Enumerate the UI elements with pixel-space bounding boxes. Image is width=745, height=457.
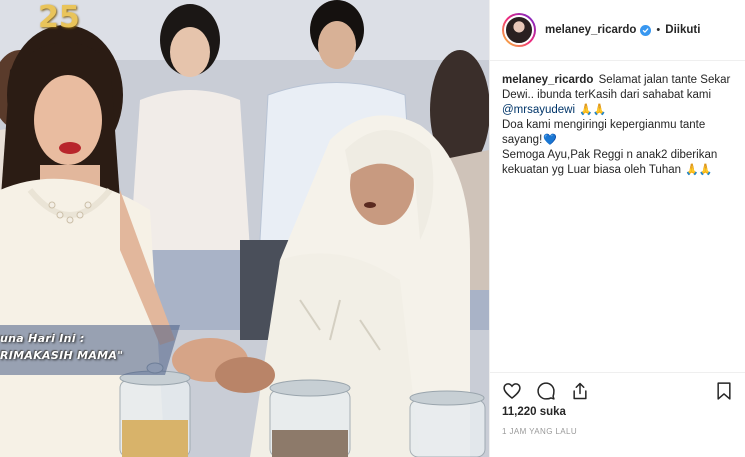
separator-dot: • (656, 24, 661, 36)
post-timestamp[interactable]: 1 JAM YANG LALU (502, 427, 577, 436)
photo-illustration (0, 0, 489, 457)
post-sidebar: melaney_ricardo • Diikuti melaney_ricard… (489, 0, 745, 457)
avatar[interactable] (502, 13, 536, 47)
instagram-post: 25 una Hari Ini : RIMAKASIH MAMA" melane… (0, 0, 745, 457)
caption-mention-link[interactable]: @mrsayudewi (502, 104, 575, 116)
post-header: melaney_ricardo • Diikuti (490, 0, 745, 61)
blue-heart-emoji: 💙 (543, 134, 557, 146)
caption-line2: Dewi.. ibunda terKasih dari sahabat kami (502, 89, 712, 101)
following-button[interactable]: Diikuti (665, 24, 700, 36)
save-button[interactable] (712, 379, 736, 403)
tv-caption-line2: RIMAKASIH MAMA" (0, 349, 124, 362)
bookmark-icon (717, 381, 731, 400)
caption-line7: kekuatan yg Luar biasa oleh Tuhan (502, 164, 682, 176)
channel-logo: 25 (38, 0, 80, 35)
post-photo[interactable]: 25 una Hari Ini : RIMAKASIH MAMA" (0, 0, 489, 457)
caption-line1: Selamat jalan tante Sekar (598, 74, 731, 86)
share-button[interactable] (568, 379, 592, 403)
caption-line6: Semoga Ayu,Pak Reggi n anak2 diberikan (502, 149, 718, 161)
heart-icon (503, 382, 521, 399)
post-caption: melaney_ricardo Selamat jalan tante Seka… (490, 61, 745, 178)
comment-button[interactable] (534, 379, 558, 403)
pray-emoji: 🙏🙏 (579, 104, 607, 116)
action-bar (490, 372, 745, 404)
caption-username[interactable]: melaney_ricardo (502, 74, 593, 86)
avatar-image (504, 15, 534, 45)
tv-caption-line1: una Hari Ini : (0, 332, 85, 345)
header-username[interactable]: melaney_ricardo (545, 24, 636, 36)
verified-badge-icon (640, 24, 652, 36)
pray-emoji: 🙏🙏 (685, 164, 713, 176)
caption-line4: Doa kami mengiringi kepergianmu tante (502, 119, 706, 131)
comment-icon (537, 381, 555, 400)
like-button[interactable] (500, 379, 524, 403)
caption-line5: sayang! (502, 134, 543, 146)
like-count[interactable]: 11,220 suka (502, 406, 566, 418)
share-icon (573, 382, 587, 399)
